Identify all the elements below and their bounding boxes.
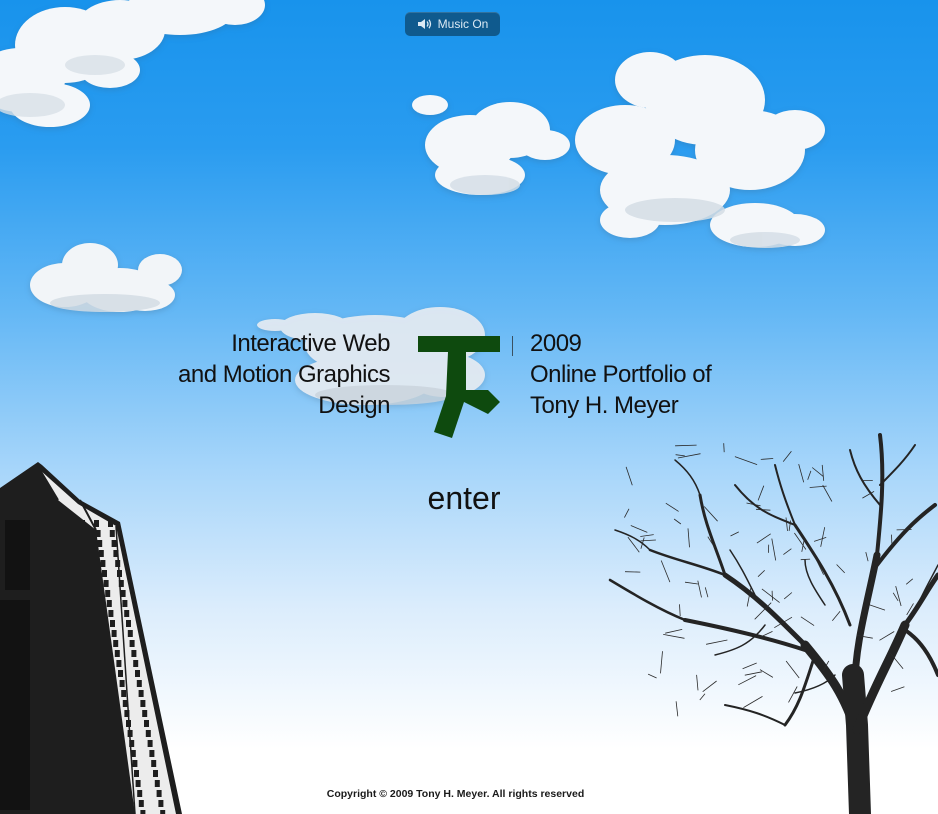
- building-silhouette: [0, 462, 182, 814]
- tagline-left-line-3: Design: [318, 392, 390, 419]
- logo-divider: [512, 336, 513, 356]
- th-monogram-logo: [418, 336, 500, 438]
- tagline-right-line-2: Online Portfolio of: [530, 361, 712, 388]
- cloud-mid-left: [30, 243, 182, 312]
- tagline-right-line-1: 2009: [530, 330, 582, 357]
- tagline-left: Interactive Web and Motion Graphics Desi…: [178, 328, 390, 421]
- cloud-top-right: [412, 52, 825, 248]
- enter-link[interactable]: enter: [400, 480, 528, 517]
- tagline-left-line-2: and Motion Graphics: [178, 361, 390, 388]
- copyright-text: Copyright © 2009 Tony H. Meyer. All righ…: [326, 788, 585, 800]
- tagline-right: 2009 Online Portfolio of Tony H. Meyer: [530, 328, 712, 421]
- music-toggle-label: Music On: [437, 17, 489, 31]
- speaker-icon: [417, 18, 433, 30]
- music-toggle-button[interactable]: Music On: [405, 12, 500, 36]
- tagline-right-line-3: Tony H. Meyer: [530, 392, 679, 419]
- cloud-top-left: [0, 0, 265, 127]
- tagline-left-line-1: Interactive Web: [231, 330, 390, 357]
- tree-silhouette: [608, 433, 938, 814]
